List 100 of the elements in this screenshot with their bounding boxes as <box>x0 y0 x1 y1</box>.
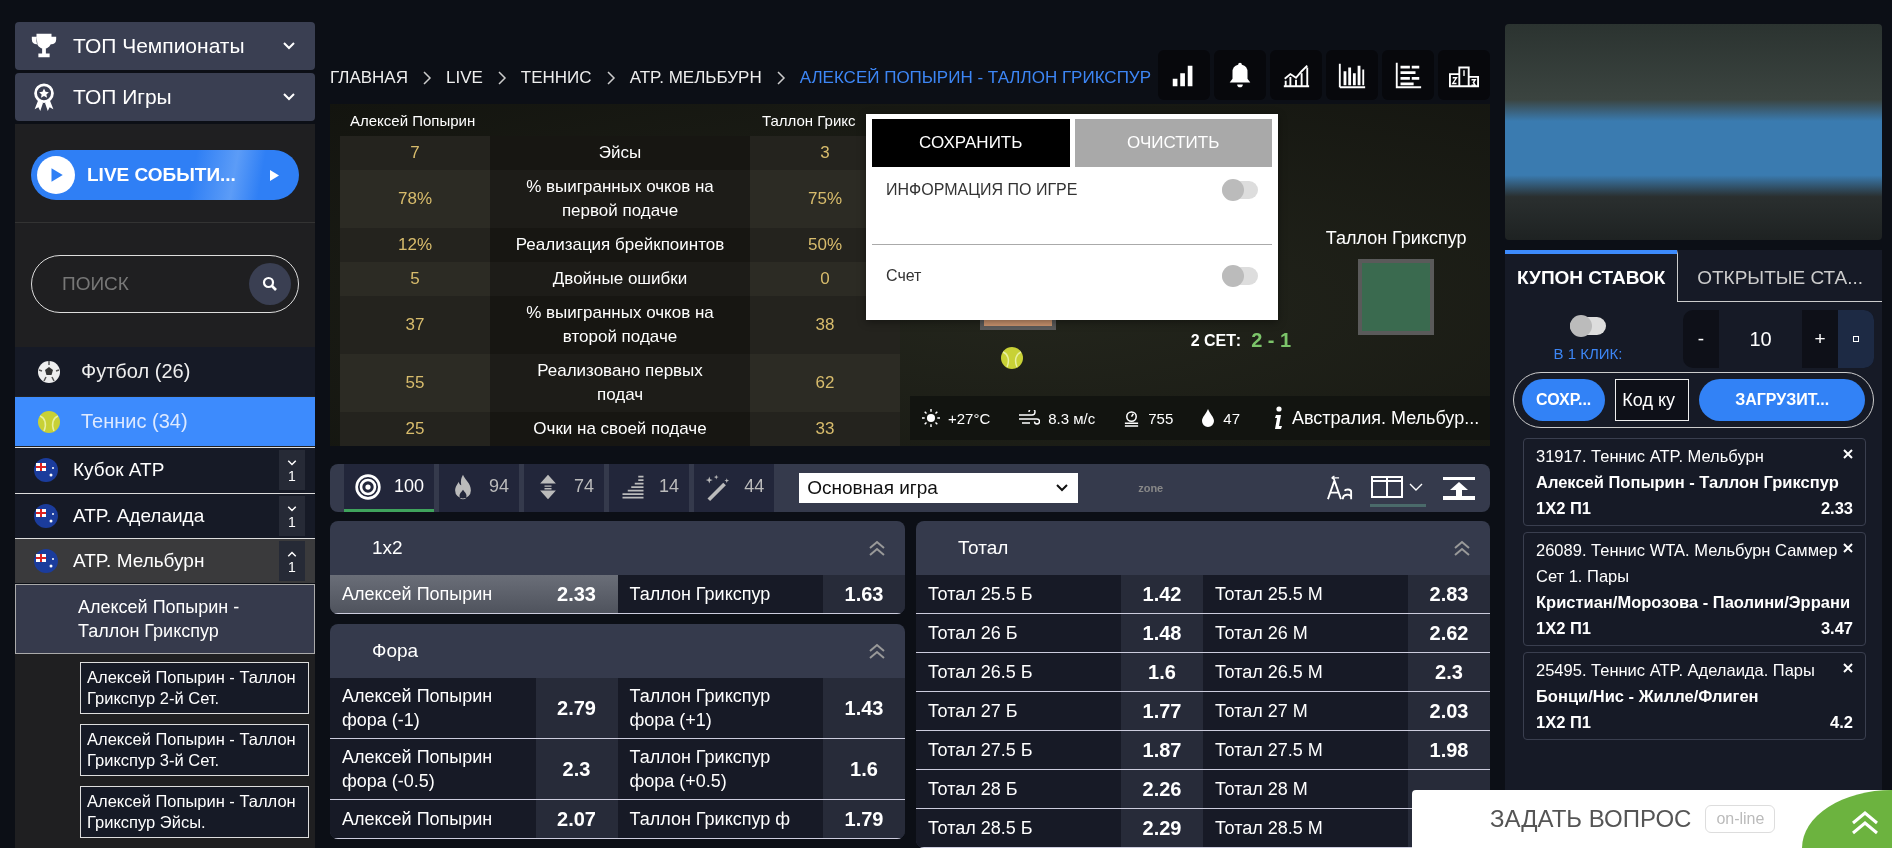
coupon-tab[interactable]: ОТКРЫТЫЕ СТА... <box>1677 250 1882 302</box>
temperature: +27°C <box>948 409 991 427</box>
flag-icon <box>33 502 59 529</box>
filter-tab[interactable]: 94 <box>439 464 520 512</box>
bet-odds: 3.47 <box>1820 618 1853 639</box>
stat-label: Очки на своей подаче <box>490 412 750 446</box>
bet-market: 1X2 П1 <box>1536 712 1591 733</box>
toolbar-button[interactable] <box>1382 50 1434 100</box>
league-item[interactable]: Кубок ATP 1 <box>15 447 315 493</box>
collapse-icon[interactable] <box>867 539 887 557</box>
odds-button[interactable]: Тотал 26 М 2.62 <box>1203 614 1490 652</box>
breadcrumb-link[interactable]: LIVE <box>446 68 483 88</box>
player-name: Таллон Грикспур <box>1325 228 1467 249</box>
match-item[interactable]: Алексей Попырин - Таллон Грикспур <box>15 584 315 654</box>
status-badge: on-line <box>1705 805 1776 833</box>
target-icon <box>354 472 382 501</box>
bet-match: Алексей Попырин - Таллон Грикспур <box>1536 472 1840 493</box>
odds-button[interactable]: Алексей Попырин фора (-0.5) 2.3 <box>330 739 618 799</box>
increase-button[interactable]: + <box>1802 310 1838 368</box>
market-title: Тотал <box>958 537 1009 559</box>
tennis-ball-icon <box>37 409 61 434</box>
collapse-icon[interactable] <box>867 642 887 660</box>
zone-label: zone <box>1138 482 1164 494</box>
filter-tab[interactable]: 44 <box>694 464 775 512</box>
search-button[interactable] <box>249 263 291 306</box>
market-select[interactable]: Основная игра <box>799 473 1079 503</box>
odds-button[interactable]: Таллон Грикспур 1.63 <box>617 575 905 613</box>
filter-tab[interactable]: 14 <box>609 464 690 512</box>
collapse-icon[interactable] <box>1452 539 1472 557</box>
sub-event-item[interactable]: Алексей Попырин - Таллон Грикспур 2-й Сет. <box>80 662 309 714</box>
league-item[interactable]: ATP. Аделаида 1 <box>15 492 315 538</box>
odds-button[interactable]: Алексей Попырин 2.33 <box>330 575 618 613</box>
toolbar-button[interactable] <box>1438 50 1490 100</box>
odds-button[interactable]: Тотал 27.5 Б 1.87 <box>916 731 1203 769</box>
sport-item[interactable]: Футбол (26) <box>15 347 315 398</box>
breadcrumb-link[interactable]: АЛЕКСЕЙ ПОПЫРИН - ТАЛЛОН ГРИКСПУР <box>799 68 1151 88</box>
toolbar-button[interactable] <box>1326 50 1378 100</box>
stat-label: % выигранных очков на первой подаче <box>490 170 750 228</box>
filter-tab[interactable]: 74 <box>524 464 605 512</box>
coupon-code-field[interactable]: Код ку <box>1615 379 1690 421</box>
odds-button[interactable]: Тотал 27.5 М 1.98 <box>1203 731 1490 769</box>
odds-button[interactable]: Тотал 26.5 Б 1.6 <box>916 653 1203 691</box>
double-chevron-icon <box>1850 810 1880 836</box>
league-item[interactable]: ATP. Мельбурн 1 <box>15 537 315 583</box>
scroll-up-button[interactable] <box>1802 790 1892 848</box>
filter-tab[interactable]: 100 <box>344 464 435 512</box>
stat-label: Реализация брейкпоинтов <box>490 228 750 262</box>
odds-button[interactable]: Тотал 26.5 М 2.3 <box>1203 653 1490 691</box>
breadcrumb-link[interactable]: ТЕННИС <box>520 68 592 88</box>
toolbar-button[interactable] <box>1214 50 1266 100</box>
toolbar-button[interactable] <box>1158 50 1210 100</box>
bet-event: 25495. Теннис ATP. Аделаида. Пары <box>1536 660 1816 681</box>
odds-button[interactable]: Тотал 28.5 Б 2.29 <box>916 809 1203 847</box>
toggle-switch[interactable] <box>1222 181 1258 199</box>
odds-button[interactable]: Тотал 25.5 Б 1.42 <box>916 575 1203 613</box>
close-icon[interactable] <box>1843 543 1853 553</box>
odds-button[interactable]: Алексей Попырин фора (-1) 2.79 <box>330 678 618 738</box>
sidebar-section[interactable]: ТОП Игры <box>15 73 315 122</box>
odds-button[interactable]: Тотал 26 Б 1.48 <box>916 614 1203 652</box>
count-badge[interactable]: 1 <box>279 495 305 536</box>
toggle-switch[interactable] <box>1222 267 1258 285</box>
toolbar-button[interactable] <box>1270 50 1322 100</box>
set-score: 2 - 1 <box>1251 329 1292 352</box>
bet-market: 1X2 П1 <box>1536 618 1591 639</box>
count-badge[interactable]: 1 <box>279 450 305 491</box>
save-button[interactable]: СОХР... <box>1522 379 1606 421</box>
load-button[interactable]: ЗАГРУЗИТ... <box>1699 379 1865 421</box>
odds-button[interactable]: Тотал 27 Б 1.77 <box>916 692 1203 730</box>
stat-label: Реализовано первых подач <box>490 354 750 412</box>
count-badge[interactable]: 1 <box>279 540 305 581</box>
stat-label: % выигранных очков на второй подаче <box>490 296 750 354</box>
coupon-tab[interactable]: КУПОН СТАВОК <box>1505 250 1678 302</box>
breadcrumb-link[interactable]: ATP. МЕЛЬБУРН <box>629 68 762 88</box>
odds-button[interactable]: Тотал 27 М 2.03 <box>1203 692 1490 730</box>
stat-value: 55 <box>340 354 490 412</box>
location: Австралия. Мельбур... <box>1292 407 1480 429</box>
sub-event-item[interactable]: Алексей Попырин - Таллон Грикспур 3-й Сет. <box>80 724 309 776</box>
stat-value: 37 <box>340 296 490 354</box>
popup-button[interactable]: СОХРАНИТЬ <box>872 119 1070 167</box>
player-name: Алексей Попырин <box>349 111 477 129</box>
decrease-button[interactable]: - <box>1683 310 1719 368</box>
set-label: 2 СЕТ: <box>1190 332 1242 350</box>
bet-event: 26089. Теннис WTA. Мельбурн Саммер Сет 1. Пары <box>1536 540 1839 587</box>
live-events-button[interactable]: LIVE СОБЫТИ... <box>31 150 299 201</box>
odds-button[interactable]: Таллон Грикспур фора (+1) 1.43 <box>617 678 905 738</box>
odds-button[interactable]: Таллон Грикспур фора (+0.5) 1.6 <box>617 739 905 799</box>
sub-event-item[interactable]: Алексей Попырин - Таллон Грикспур Эйсы. <box>80 786 309 838</box>
chat-toast[interactable]: ЗАДАТЬ ВОПРОС on-line <box>1412 790 1892 848</box>
search-field[interactable]: ПОИСК <box>31 255 299 314</box>
odds-button[interactable]: Тотал 25.5 М 2.83 <box>1203 575 1490 613</box>
chevron-icon <box>422 71 432 85</box>
close-icon[interactable] <box>1843 663 1853 673</box>
breadcrumb-link[interactable]: ГЛАВНАЯ <box>330 68 408 88</box>
close-icon[interactable] <box>1843 449 1853 459</box>
toggle-switch[interactable] <box>1570 316 1606 335</box>
odds-button[interactable]: Таллон Грикспур ф 1.79 <box>617 800 905 838</box>
odds-button[interactable]: Тотал 28 Б 2.26 <box>916 770 1203 808</box>
stake-value[interactable]: 10 <box>1719 310 1802 368</box>
sidebar-section[interactable]: ТОП Чемпионаты <box>15 22 315 71</box>
odds-button[interactable]: Алексей Попырин 2.07 <box>330 800 618 838</box>
